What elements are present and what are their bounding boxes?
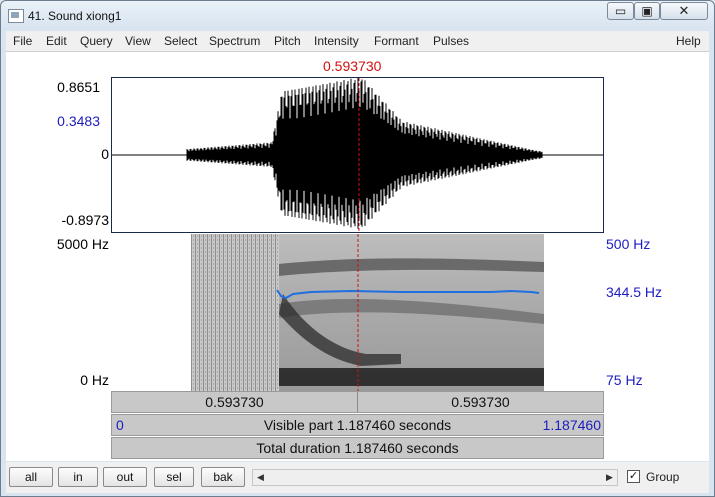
total-duration-text: Total duration 1.187460 seconds xyxy=(256,440,459,456)
waveform-cursor-value-label: 0.3483 xyxy=(57,113,100,129)
zoom-all-button[interactable]: all xyxy=(9,467,53,487)
menu-formant[interactable]: Formant xyxy=(374,34,419,48)
scroll-right-icon[interactable]: ▶ xyxy=(602,470,617,485)
menu-bar: File Edit Query View Select Spectrum Pit… xyxy=(6,31,709,52)
menu-query[interactable]: Query xyxy=(80,34,113,48)
selection-bar[interactable]: 0.593730 0.593730 xyxy=(111,391,604,413)
waveform-panel[interactable] xyxy=(111,77,604,233)
menu-edit[interactable]: Edit xyxy=(46,34,67,48)
spectrogram-bottom-freq-label: 0 Hz xyxy=(80,372,109,388)
pitch-bottom-label: 75 Hz xyxy=(606,372,643,388)
waveform-min-label: -0.8973 xyxy=(61,212,109,228)
group-label: Group xyxy=(646,470,680,484)
selection-left-value: 0.593730 xyxy=(205,394,264,410)
menu-view[interactable]: View xyxy=(125,34,151,48)
visible-part-text: Visible part 1.187460 seconds xyxy=(263,417,452,433)
selection-right-value: 0.593730 xyxy=(451,394,510,410)
scroll-left-icon[interactable]: ◀ xyxy=(253,470,268,485)
close-icon: ✕ xyxy=(678,3,690,18)
group-checkbox[interactable]: ✓ xyxy=(627,470,640,483)
spectrogram-svg xyxy=(191,234,544,392)
menu-pitch[interactable]: Pitch xyxy=(274,34,301,48)
maximize-icon: ▣ xyxy=(641,4,653,18)
waveform-trace xyxy=(186,78,543,229)
waveform-svg xyxy=(112,78,603,232)
pitch-value-label: 344.5 Hz xyxy=(606,284,663,300)
visible-end-label: 1.187460 xyxy=(542,417,601,433)
zoom-back-button[interactable]: bak xyxy=(201,467,245,487)
minimize-button[interactable]: ▭ xyxy=(607,2,634,20)
horizontal-scrollbar[interactable]: ◀ ▶ xyxy=(252,469,618,486)
spectrogram-top-freq-label: 5000 Hz xyxy=(56,236,109,252)
menu-file[interactable]: File xyxy=(13,34,32,48)
visible-start-label: 0 xyxy=(116,417,124,433)
waveform-max-label: 0.8651 xyxy=(57,79,100,95)
bottom-toolbar: all in out sel bak ◀ ▶ ✓ Group xyxy=(6,462,709,493)
editor-area: 0.593730 0.8651 0.3483 0 -0.8973 5000 Hz… xyxy=(6,52,709,461)
menu-select[interactable]: Select xyxy=(164,34,197,48)
sound-editor-window: 41. Sound xiong1 ▭ ▣ ✕ File Edit Query V… xyxy=(0,0,715,497)
minimize-icon: ▭ xyxy=(614,4,627,18)
menu-intensity[interactable]: Intensity xyxy=(314,34,359,48)
window-title: 41. Sound xiong1 xyxy=(28,9,122,23)
total-duration-bar[interactable]: Total duration 1.187460 seconds xyxy=(111,437,604,459)
spectrogram-panel[interactable] xyxy=(111,234,604,392)
waveform-signal xyxy=(186,78,543,229)
menu-spectrum[interactable]: Spectrum xyxy=(209,34,260,48)
menu-help[interactable]: Help xyxy=(676,34,701,48)
cursor-time-label: 0.593730 xyxy=(323,58,382,74)
title-bar[interactable]: 41. Sound xiong1 ▭ ▣ ✕ xyxy=(1,1,714,30)
spectrogram-fricative-region xyxy=(191,234,279,392)
zoom-in-button[interactable]: in xyxy=(58,467,98,487)
pitch-top-label: 500 Hz xyxy=(606,236,651,252)
maximize-button[interactable]: ▣ xyxy=(634,2,660,20)
waveform-zero-label: 0 xyxy=(101,146,109,162)
app-icon xyxy=(8,9,24,23)
close-button[interactable]: ✕ xyxy=(660,2,708,20)
zoom-out-button[interactable]: out xyxy=(103,467,147,487)
visible-part-bar[interactable]: 0 Visible part 1.187460 seconds 1.187460 xyxy=(111,414,604,436)
spectrogram-low-band xyxy=(279,368,544,386)
zoom-sel-button[interactable]: sel xyxy=(154,467,194,487)
menu-pulses[interactable]: Pulses xyxy=(433,34,469,48)
